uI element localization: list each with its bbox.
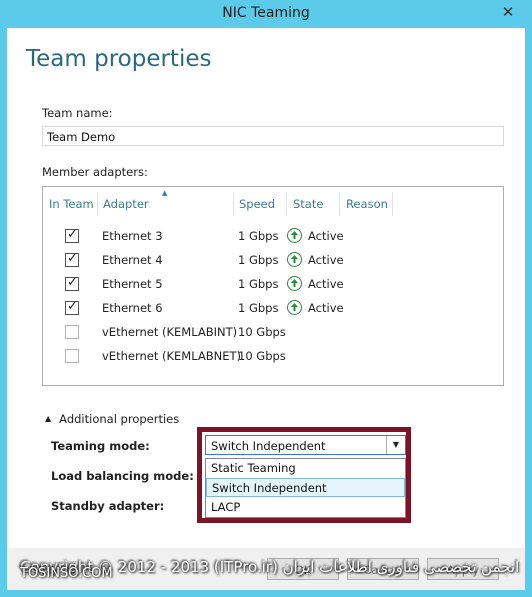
in-team-checkbox[interactable] (65, 349, 79, 363)
in-team-checkbox[interactable]: ✓ (65, 299, 79, 315)
team-name-input[interactable]: Team Demo (42, 126, 504, 146)
window-title: NIC Teaming (222, 5, 310, 21)
adapter-name: Ethernet 6 (102, 301, 163, 315)
checkmark-icon: ✓ (67, 227, 78, 242)
in-team-checkbox[interactable] (65, 325, 79, 339)
in-team-checkbox[interactable]: ✓ (65, 251, 79, 267)
team-name-label: Team name: (42, 106, 113, 120)
teaming-mode-selected-value: Switch Independent (211, 439, 326, 453)
column-divider (392, 192, 393, 216)
dialog-client-area: Team properties Team name: Team Demo Mem… (7, 28, 525, 590)
checkmark-icon: ✓ (67, 251, 78, 266)
column-divider (97, 192, 98, 216)
checkmark-icon: ✓ (67, 299, 78, 314)
teaming-mode-option[interactable]: Static Teaming (206, 459, 405, 478)
adapter-state: Active (308, 229, 344, 243)
adapter-state: Active (308, 301, 344, 315)
in-team-checkbox[interactable]: ✓ (65, 227, 79, 243)
teaming-mode-option[interactable]: Switch Independent (206, 478, 405, 497)
adapter-row[interactable]: ✓ Ethernet 4 1 Gbps Active (43, 250, 503, 274)
active-arrow-icon (287, 252, 302, 267)
column-header-adapter[interactable]: Adapter (103, 197, 149, 211)
adapter-name: Ethernet 5 (102, 277, 163, 291)
teaming-mode-label: Teaming mode: (51, 439, 150, 453)
standby-adapter-label: Standby adapter: (51, 499, 165, 513)
column-divider (286, 192, 287, 216)
adapter-row[interactable]: vEthernet (KEMLABNET) 10 Gbps (43, 346, 503, 370)
adapter-row[interactable]: ✓ Ethernet 5 1 Gbps Active (43, 274, 503, 298)
adapter-speed: 10 Gbps (238, 325, 286, 339)
adapter-name: Ethernet 3 (102, 229, 163, 243)
active-arrow-icon (287, 276, 302, 291)
close-icon[interactable]: ✕ (492, 1, 524, 23)
checkmark-icon: ✓ (67, 275, 78, 290)
additional-properties-label: Additional properties (59, 412, 180, 426)
teaming-mode-select[interactable]: Switch Independent ▼ (205, 435, 406, 455)
column-divider (339, 192, 340, 216)
title-bar: NIC Teaming ✕ (0, 0, 532, 28)
member-adapters-list[interactable]: ▲ In Team Adapter Speed State Reason ✓ E… (42, 186, 504, 386)
column-header-reason[interactable]: Reason (346, 197, 388, 211)
column-header-speed[interactable]: Speed (239, 197, 275, 211)
adapter-speed: 1 Gbps (238, 277, 279, 291)
column-header-in-team[interactable]: In Team (49, 197, 94, 211)
adapter-speed: 10 Gbps (238, 349, 286, 363)
chevron-up-icon: ▲ (45, 414, 52, 423)
load-balancing-mode-label: Load balancing mode: (51, 469, 194, 483)
teaming-mode-dropdown[interactable]: Static Teaming Switch Independent LACP (205, 458, 406, 518)
site-watermark: TOSINSO.COM (20, 566, 113, 581)
adapter-speed: 1 Gbps (238, 301, 279, 315)
adapter-name: Ethernet 4 (102, 253, 163, 267)
nic-teaming-window: NIC Teaming ✕ Team properties Team name:… (0, 0, 532, 597)
adapter-state: Active (308, 253, 344, 267)
adapter-row[interactable]: ✓ Ethernet 3 1 Gbps Active (43, 226, 503, 250)
additional-properties-toggle[interactable]: ▲ Additional properties (45, 412, 179, 426)
adapter-row[interactable]: vEthernet (KEMLABINT) 10 Gbps (43, 322, 503, 346)
teaming-mode-option[interactable]: LACP (206, 498, 405, 517)
column-divider (233, 192, 234, 216)
in-team-checkbox[interactable]: ✓ (65, 275, 79, 291)
column-header-state[interactable]: State (293, 197, 323, 211)
adapter-speed: 1 Gbps (238, 229, 279, 243)
page-title: Team properties (26, 46, 212, 72)
adapter-name: vEthernet (KEMLABNET) (102, 349, 242, 363)
sort-ascending-icon: ▲ (162, 189, 168, 197)
adapter-name: vEthernet (KEMLABINT) (102, 325, 238, 339)
active-arrow-icon (287, 300, 302, 315)
active-arrow-icon (287, 228, 302, 243)
adapter-row[interactable]: ✓ Ethernet 6 1 Gbps Active (43, 298, 503, 322)
adapter-speed: 1 Gbps (238, 253, 279, 267)
chevron-down-icon[interactable]: ▼ (386, 436, 405, 454)
member-adapters-label: Member adapters: (42, 165, 148, 179)
adapter-state: Active (308, 277, 344, 291)
